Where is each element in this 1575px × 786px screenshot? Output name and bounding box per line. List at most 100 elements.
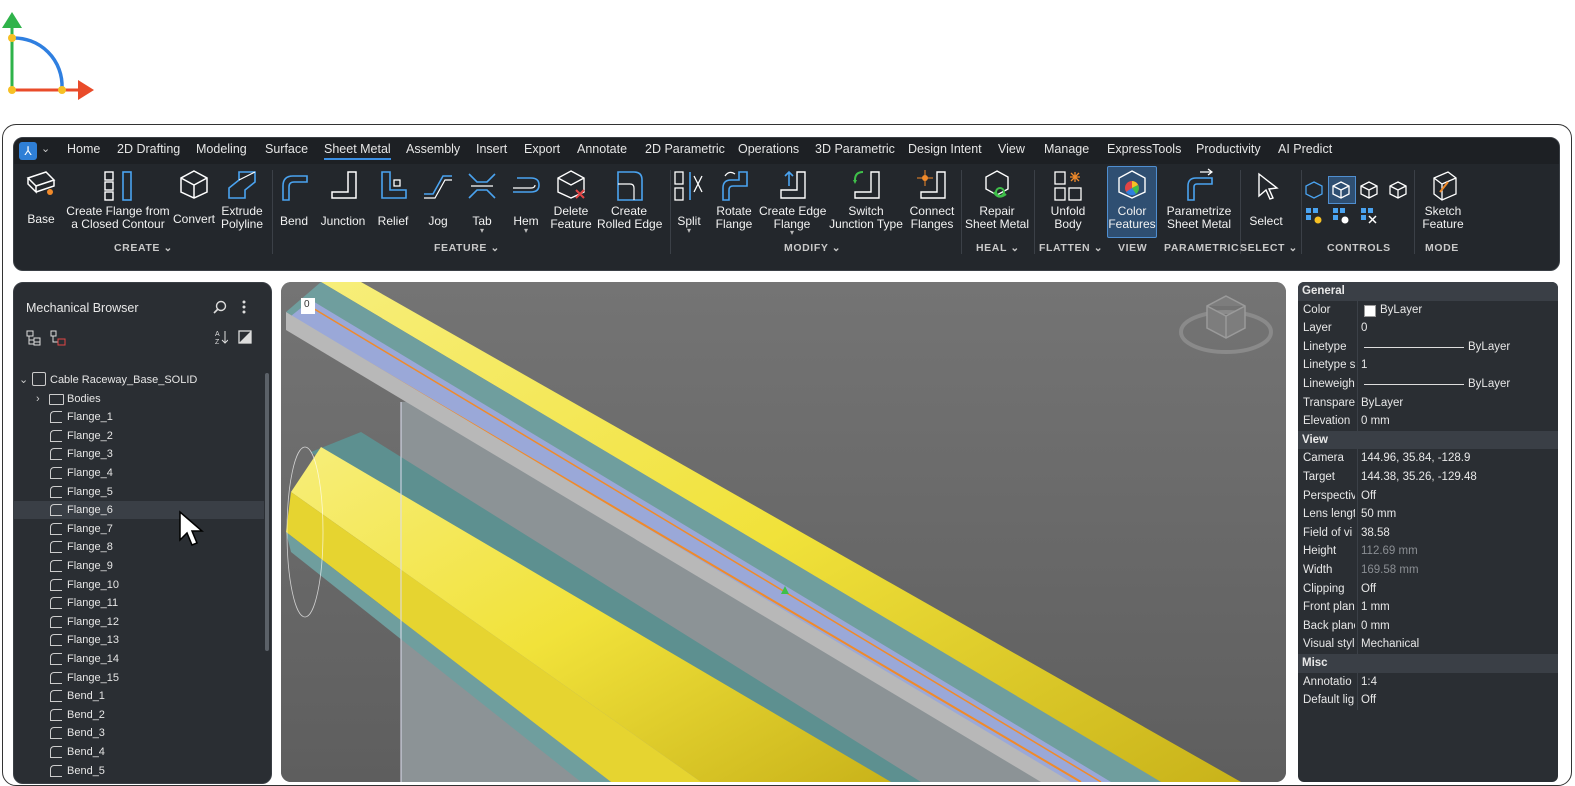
- group-select[interactable]: SELECT ⌄: [1240, 242, 1298, 254]
- chevron-right-icon[interactable]: ›: [36, 390, 40, 408]
- tree-item[interactable]: Flange_10: [14, 576, 264, 594]
- tree-item[interactable]: Flange_13: [14, 631, 264, 649]
- tab-ai-predict[interactable]: AI Predict: [1278, 142, 1332, 156]
- 3d-viewport[interactable]: 0: [281, 282, 1286, 782]
- tab-tool-button[interactable]: Tab ▾: [464, 168, 500, 234]
- tree-filter-icon[interactable]: [50, 330, 66, 346]
- group-flatten[interactable]: FLATTEN ⌄: [1039, 242, 1103, 254]
- property-value[interactable]: 112.69 mm: [1361, 542, 1418, 561]
- relief-button[interactable]: Relief: [374, 168, 412, 228]
- convert-button[interactable]: Convert: [173, 168, 215, 226]
- section-header-view[interactable]: View: [1298, 430, 1558, 450]
- property-value[interactable]: ByLayer: [1361, 394, 1403, 413]
- extrude-polyline-button[interactable]: Extrude Polyline: [220, 168, 264, 230]
- chevron-down-icon[interactable]: ⌄: [41, 142, 50, 155]
- grid-bulb-icon[interactable]: [1331, 206, 1351, 226]
- bend-button[interactable]: Bend: [276, 168, 312, 228]
- search-icon[interactable]: [213, 300, 227, 314]
- tab-view[interactable]: View: [998, 142, 1025, 156]
- jog-button[interactable]: Jog: [420, 168, 456, 228]
- tab-2d-parametric[interactable]: 2D Parametric: [645, 142, 725, 156]
- property-value[interactable]: ByLayer: [1468, 338, 1510, 357]
- property-row[interactable]: Height 112.69 mm: [1298, 542, 1558, 561]
- chevron-down-icon[interactable]: ▾: [508, 226, 544, 234]
- app-menu-button[interactable]: ⅄: [19, 142, 37, 160]
- tree-item[interactable]: Flange_4: [14, 464, 264, 482]
- tab-productivity[interactable]: Productivity: [1196, 142, 1261, 156]
- tree-item[interactable]: Flange_15: [14, 669, 264, 687]
- property-row[interactable]: Layer 0: [1298, 319, 1558, 338]
- property-row[interactable]: Camera 144.96, 35.84, -128.9: [1298, 449, 1558, 468]
- tab-insert[interactable]: Insert: [476, 142, 507, 156]
- property-value[interactable]: ByLayer: [1380, 301, 1422, 320]
- tab-sheet-metal[interactable]: Sheet Metal: [324, 142, 391, 160]
- tree-item[interactable]: Flange_14: [14, 650, 264, 668]
- tab-3d-parametric[interactable]: 3D Parametric: [815, 142, 895, 156]
- solid-cube-icon[interactable]: [1331, 180, 1351, 200]
- property-row[interactable]: Field of vi 38.58: [1298, 523, 1558, 543]
- property-value[interactable]: 1 mm: [1361, 598, 1390, 617]
- chevron-down-icon[interactable]: ▾: [759, 229, 825, 237]
- repair-sheet-metal-button[interactable]: Repair Sheet Metal: [964, 168, 1030, 230]
- tab-assembly[interactable]: Assembly: [406, 142, 460, 156]
- tree-item[interactable]: Flange_7: [14, 520, 264, 538]
- property-value[interactable]: 144.96, 35.84, -128.9: [1361, 449, 1470, 468]
- create-edge-flange-button[interactable]: Create Edge Flange ▾: [759, 168, 826, 237]
- property-row[interactable]: Clipping Off: [1298, 579, 1558, 599]
- tab-surface[interactable]: Surface: [265, 142, 308, 156]
- color-features-button[interactable]: Color Features: [1107, 166, 1157, 238]
- tree-item[interactable]: Flange_2: [14, 427, 264, 445]
- chevron-down-icon[interactable]: ▾: [464, 226, 500, 234]
- more-options-icon[interactable]: [240, 300, 248, 314]
- create-flange-contour-button[interactable]: Create Flange from a Closed Contour: [66, 168, 170, 230]
- tree-item[interactable]: Flange_9: [14, 557, 264, 575]
- property-row[interactable]: Annotatio 1:4: [1298, 672, 1558, 692]
- group-feature[interactable]: FEATURE ⌄: [434, 242, 500, 254]
- select-button[interactable]: Select: [1246, 168, 1286, 228]
- tree-item[interactable]: Flange_3: [14, 445, 264, 463]
- split-button[interactable]: Split ▾: [672, 168, 706, 234]
- tree-item[interactable]: Flange_12: [14, 613, 264, 631]
- tab-annotate[interactable]: Annotate: [577, 142, 627, 156]
- junction-button[interactable]: Junction: [317, 168, 369, 228]
- tree-structure-icon[interactable]: [26, 330, 42, 346]
- view-cube-icon[interactable]: [1304, 180, 1324, 200]
- property-row[interactable]: Lineweigh ByLayer: [1298, 375, 1558, 394]
- tree-item[interactable]: Bend_1: [14, 687, 264, 705]
- switch-junction-type-button[interactable]: Switch Junction Type: [829, 168, 903, 230]
- connect-flanges-button[interactable]: Connect Flanges: [907, 168, 957, 230]
- tab-design-intent[interactable]: Design Intent: [908, 142, 982, 156]
- group-modify[interactable]: MODIFY ⌄: [784, 242, 841, 254]
- tree-item[interactable]: Flange_11: [14, 594, 264, 612]
- grid-delete-icon[interactable]: [1359, 206, 1379, 226]
- property-row[interactable]: Visual styl Mechanical: [1298, 635, 1558, 654]
- property-row[interactable]: Elevation 0 mm: [1298, 412, 1558, 431]
- property-row[interactable]: Perspectiv Off: [1298, 486, 1558, 506]
- section-header-general[interactable]: General: [1298, 282, 1558, 301]
- property-value[interactable]: Off: [1361, 580, 1376, 599]
- property-value[interactable]: 144.38, 35.26, -129.48: [1361, 468, 1477, 487]
- tree-item[interactable]: Bend_5: [14, 762, 264, 780]
- group-heal[interactable]: HEAL ⌄: [976, 242, 1020, 254]
- tree-item[interactable]: Flange_8: [14, 538, 264, 556]
- property-value[interactable]: 169.58 mm: [1361, 561, 1419, 580]
- tree-item[interactable]: Flange_5: [14, 483, 264, 501]
- unfold-body-button[interactable]: Unfold Body: [1044, 168, 1092, 230]
- property-value[interactable]: 1: [1361, 356, 1367, 375]
- model-view[interactable]: [281, 282, 1286, 782]
- sketch-feature-button[interactable]: Sketch Feature: [1418, 168, 1468, 230]
- tab-2d-drafting[interactable]: 2D Drafting: [117, 142, 180, 156]
- property-value[interactable]: Off: [1361, 691, 1376, 710]
- tab-home[interactable]: Home: [67, 142, 100, 156]
- create-rolled-edge-button[interactable]: Create Rolled Edge: [597, 168, 662, 230]
- property-row[interactable]: Linetype s 1: [1298, 356, 1558, 375]
- tab-expresstools[interactable]: ExpressTools: [1107, 142, 1181, 156]
- chevron-down-icon[interactable]: ▾: [672, 226, 706, 234]
- property-value[interactable]: 1:4: [1361, 673, 1377, 692]
- property-value[interactable]: Off: [1361, 487, 1376, 506]
- property-value[interactable]: ByLayer: [1468, 375, 1510, 394]
- tree-item[interactable]: Flange_6: [14, 501, 264, 520]
- delete-feature-button[interactable]: Delete Feature: [549, 168, 593, 230]
- property-value[interactable]: 38.58: [1361, 524, 1390, 543]
- base-button[interactable]: Base: [22, 168, 60, 226]
